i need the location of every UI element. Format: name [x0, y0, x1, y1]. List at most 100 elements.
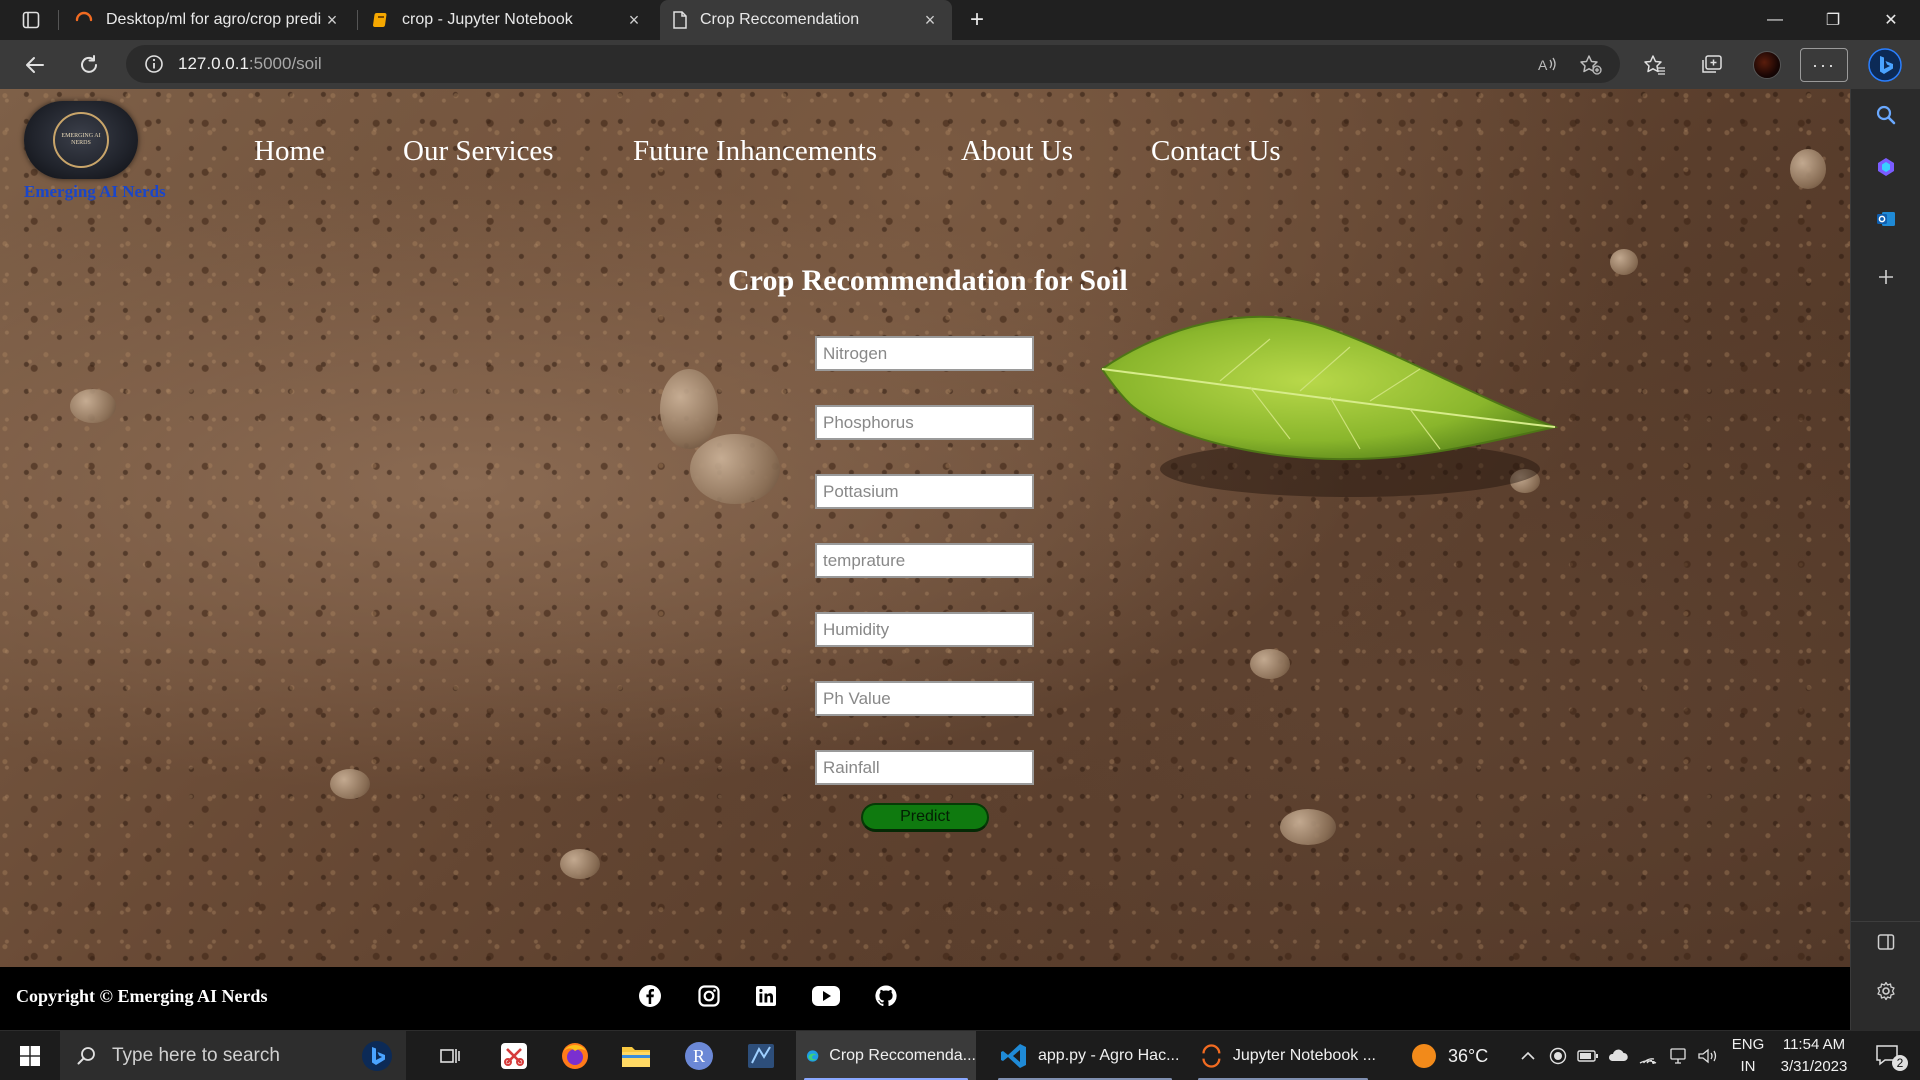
show-hidden-icons-button[interactable] [1516, 1031, 1540, 1080]
leaf-image [1100, 315, 1559, 497]
collections-button[interactable] [1694, 48, 1728, 82]
folder-icon [622, 1047, 650, 1067]
site-logo[interactable]: EMERGING AI NERDS [24, 101, 138, 179]
tab-jupyter-tree[interactable]: Desktop/ml for agro/crop predic × [62, 0, 354, 40]
tab-close-button[interactable]: × [624, 10, 644, 31]
add-favorite-button[interactable] [1574, 48, 1608, 82]
github-icon [875, 985, 897, 1007]
tab-close-button[interactable]: × [322, 10, 342, 31]
tab-actions-button[interactable] [10, 6, 52, 34]
taskbar-search-box[interactable]: Type here to search [60, 1031, 406, 1080]
url-path: :5000/soil [248, 54, 322, 73]
facebook-link[interactable] [635, 981, 665, 1011]
rainfall-input[interactable] [815, 750, 1034, 785]
battery-icon [1577, 1050, 1598, 1062]
taskbar-app-file-explorer[interactable] [614, 1031, 658, 1080]
edge-icon [806, 1050, 819, 1062]
url-text[interactable]: 127.0.0.1:5000/soil [178, 54, 322, 74]
instagram-link[interactable] [694, 981, 724, 1011]
sidebar-outlook-button[interactable] [1851, 199, 1920, 239]
input-language-indicator[interactable]: ENG IN [1724, 1034, 1772, 1078]
tab-jupyter-notebook[interactable]: crop - Jupyter Notebook × [360, 0, 656, 40]
settings-and-more-button[interactable]: ··· [1800, 48, 1848, 82]
date-text: 3/31/2023 [1780, 1058, 1848, 1075]
predict-button[interactable]: Predict [861, 803, 989, 832]
hide-sidebar-button[interactable] [1851, 921, 1920, 961]
time-text: 11:54 AM [1782, 1036, 1846, 1053]
taskbar-app-vscode[interactable]: app.py - Agro Hac... [990, 1031, 1180, 1080]
tab-crop-recommendation-active[interactable]: Crop Reccomendation × [660, 0, 952, 40]
cloud-icon [1608, 1049, 1628, 1061]
bing-chat-icon [1878, 158, 1894, 176]
address-bar[interactable]: 127.0.0.1:5000/soil [126, 45, 1620, 83]
taskbar-app-firefox[interactable] [553, 1031, 597, 1080]
bing-copilot-button[interactable] [1866, 46, 1904, 84]
plus-icon [1879, 270, 1893, 284]
profile-button[interactable] [1750, 48, 1784, 82]
sidebar-add-button[interactable] [1851, 257, 1920, 297]
sidebar-search-button[interactable] [1851, 95, 1920, 135]
wifi-icon [1639, 1058, 1657, 1064]
nav-contact-us-link[interactable]: Contact Us [1151, 135, 1281, 168]
humidity-input[interactable] [815, 612, 1034, 647]
nav-future-enhancements-link[interactable]: Future Inhancements [633, 135, 877, 168]
pebble [330, 769, 370, 799]
close-window-button[interactable]: ✕ [1862, 0, 1920, 40]
url-host: 127.0.0.1 [178, 54, 249, 73]
taskbar-app-edge[interactable]: Crop Reccomenda... [796, 1031, 976, 1080]
weather-widget[interactable]: 36°C [1410, 1031, 1510, 1080]
tray-onedrive-button[interactable] [1606, 1031, 1630, 1080]
vscode-icon [1001, 1044, 1026, 1068]
svg-text:A: A [1538, 57, 1548, 73]
bing-icon[interactable] [360, 1039, 394, 1073]
maximize-button[interactable]: ❐ [1804, 0, 1862, 40]
nav-our-services-link[interactable]: Our Services [403, 135, 554, 168]
jupyter-icon [1202, 1044, 1221, 1068]
refresh-button[interactable] [72, 48, 106, 82]
brand-name[interactable]: Emerging AI Nerds [24, 182, 166, 202]
temperature-text: 36°C [1448, 1045, 1489, 1066]
taskbar-app-r[interactable]: R [677, 1031, 721, 1080]
tray-volume-button[interactable] [1696, 1031, 1720, 1080]
tab-title: Crop Reccomendation [700, 11, 860, 28]
tab-actions-icon [22, 11, 40, 29]
tray-wifi-button[interactable] [1636, 1031, 1660, 1080]
taskbar-app-jupyter[interactable]: Jupyter Notebook ... [1190, 1031, 1376, 1080]
taskbar-app-anaconda[interactable] [739, 1031, 783, 1080]
linkedin-link[interactable] [751, 981, 781, 1011]
read-aloud-icon: A [1538, 57, 1556, 73]
clock[interactable]: 11:54 AM 3/31/2023 [1772, 1034, 1856, 1078]
tray-network-button[interactable] [1666, 1031, 1690, 1080]
tray-record-icon-button[interactable] [1546, 1031, 1570, 1080]
notification-count-badge: 2 [1892, 1055, 1908, 1071]
temperature-input[interactable] [815, 543, 1034, 578]
ph-value-input[interactable] [815, 681, 1034, 716]
taskbar-app-label: Jupyter Notebook ... [1232, 1047, 1376, 1064]
phosphorus-input[interactable] [815, 405, 1034, 440]
minimize-button[interactable]: — [1746, 0, 1804, 40]
tab-title: crop - Jupyter Notebook [402, 11, 573, 28]
task-view-button[interactable] [430, 1031, 470, 1080]
pebble [690, 434, 780, 504]
soil-background-image [0, 89, 1850, 967]
potassium-input[interactable] [815, 474, 1034, 509]
sidebar-shopping-button[interactable] [1851, 147, 1920, 187]
tray-battery-button[interactable] [1576, 1031, 1600, 1080]
bing-icon [1868, 48, 1902, 82]
tab-close-button[interactable]: × [920, 10, 940, 31]
taskbar-app-snipping[interactable] [492, 1031, 536, 1080]
start-button[interactable] [0, 1031, 60, 1080]
nitrogen-input[interactable] [815, 336, 1034, 371]
read-aloud-button[interactable]: A [1530, 48, 1564, 82]
nav-home-link[interactable]: Home [254, 135, 325, 168]
github-link[interactable] [871, 981, 901, 1011]
info-icon[interactable] [144, 54, 164, 74]
sidebar-settings-button[interactable] [1851, 971, 1920, 1011]
favorites-button[interactable] [1638, 48, 1672, 82]
back-button[interactable] [18, 48, 52, 82]
new-tab-button[interactable]: + [962, 6, 992, 34]
youtube-link[interactable] [809, 981, 843, 1011]
notification-center-button[interactable]: 2 [1864, 1031, 1912, 1080]
windows-logo-icon [20, 1046, 40, 1066]
nav-about-us-link[interactable]: About Us [961, 135, 1073, 168]
